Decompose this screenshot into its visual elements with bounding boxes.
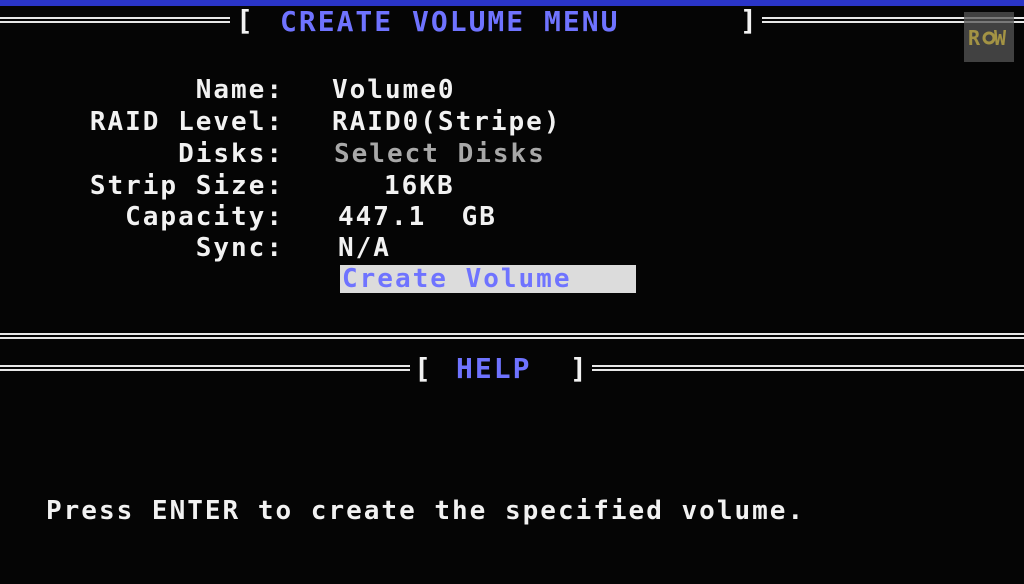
menu-header-line-left [0, 17, 230, 23]
menu-title: CREATE VOLUME MENU [280, 5, 620, 38]
help-header-close-bracket: ] [570, 352, 587, 385]
field-value-strip-size[interactable]: 16KB [384, 171, 455, 201]
field-label-sync: Sync: [195, 233, 284, 263]
svg-text:W: W [994, 26, 1007, 50]
help-message: Press ENTER to create the specified volu… [46, 496, 806, 526]
field-value-raid-level[interactable]: RAID0(Stripe) [332, 107, 562, 137]
help-header-line-right [592, 365, 1024, 371]
field-label-capacity: Capacity: [125, 202, 284, 232]
section-divider-line [0, 333, 1024, 339]
create-volume-button[interactable]: Create Volume [340, 265, 636, 293]
field-value-disks[interactable]: Select Disks [334, 139, 546, 169]
field-value-name[interactable]: Volume0 [332, 75, 456, 105]
field-label-raid-level: RAID Level: [89, 107, 284, 137]
field-label-strip-size: Strip Size: [89, 171, 284, 201]
svg-text:R: R [968, 26, 981, 50]
help-header-line-left [0, 365, 410, 371]
field-value-sync: N/A [338, 233, 391, 263]
field-label-name: Name: [195, 75, 284, 105]
field-label-disks: Disks: [178, 139, 284, 169]
help-title: HELP [456, 352, 532, 385]
menu-header-close-bracket: ] [740, 4, 757, 37]
field-value-capacity[interactable]: 447.1 GB [338, 202, 497, 232]
row-logo-icon: R W [964, 12, 1014, 62]
menu-header-open-bracket: [ [236, 4, 253, 37]
help-header-open-bracket: [ [414, 352, 431, 385]
